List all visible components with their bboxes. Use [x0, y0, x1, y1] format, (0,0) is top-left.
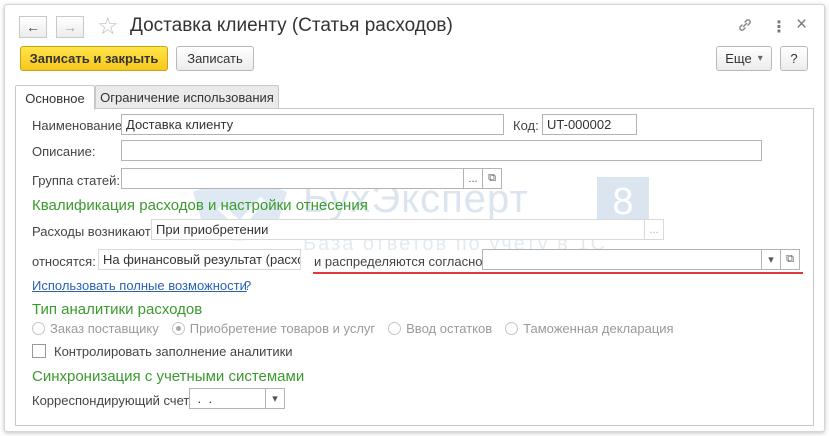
radio-label: Ввод остатков [406, 320, 493, 336]
chevron-down-icon: ▾ [272, 393, 278, 405]
distributed-dropdown-button[interactable]: ▾ [761, 249, 781, 270]
control-analytics-label: Контролировать заполнение аналитики [54, 344, 293, 359]
more-actions-icon[interactable]: ⋮ [771, 17, 787, 37]
group-label: Группа статей: [32, 173, 120, 188]
radio-supplier-order[interactable]: Заказ поставщику [32, 321, 159, 336]
analytics-radio-group: Заказ поставщику Приобретение товаров и … [32, 320, 687, 336]
more-button[interactable]: Еще ▾ [716, 46, 772, 71]
highlight-underline [313, 272, 803, 274]
page-title: Доставка клиенту (Статья расходов) [130, 15, 453, 36]
costs-arise-select-button[interactable]: ... [644, 219, 664, 240]
radio-label: Заказ поставщику [50, 320, 159, 336]
radio-button-selected-icon [171, 321, 185, 335]
distributed-input[interactable] [482, 249, 762, 270]
radio-button-icon [388, 321, 402, 335]
tab-main[interactable]: Основное [15, 85, 95, 110]
full-features-link[interactable]: Использовать полные возможности [32, 278, 247, 293]
radio-button-icon [505, 321, 519, 335]
section-analytics-title: Тип аналитики расходов [32, 301, 203, 318]
group-input[interactable] [121, 168, 464, 189]
form-window: ← → ☆ Доставка клиенту (Статья расходов)… [4, 4, 825, 432]
favorite-star-icon[interactable]: ☆ [97, 12, 119, 41]
radio-opening-balances[interactable]: Ввод остатков [388, 321, 492, 336]
full-features-help-icon[interactable]: ? [244, 278, 251, 293]
corr-account-label: Корреспондирующий счет: [32, 393, 193, 408]
save-button[interactable]: Записать [176, 46, 254, 71]
control-analytics-checkbox[interactable] [32, 344, 46, 358]
relate-input[interactable]: На финансовый результат (расход [98, 249, 301, 270]
chain-link-icon [739, 19, 751, 31]
arrow-left-icon: ← [26, 19, 40, 35]
radio-label: Приобретение товаров и услуг [189, 320, 376, 336]
distributed-label: и распределяются согласно: [314, 254, 487, 269]
corr-account-dropdown-button[interactable]: ▾ [265, 388, 285, 409]
arrow-right-icon: → [63, 19, 77, 35]
chevron-down-icon: ▾ [757, 53, 763, 64]
code-input[interactable]: UT-000002 [542, 114, 637, 135]
back-button[interactable]: ← [19, 16, 47, 38]
distributed-open-button[interactable]: ⧉ [780, 249, 800, 270]
radio-button-icon [32, 321, 45, 335]
description-input[interactable] [121, 140, 762, 161]
open-form-icon: ⧉ [786, 253, 794, 265]
more-button-label: Еще [725, 51, 752, 66]
costs-arise-label: Расходы возникают: [32, 224, 155, 239]
corr-account-input[interactable]: . . [189, 388, 266, 409]
open-form-icon: ⧉ [488, 172, 496, 184]
chevron-down-icon: ▾ [768, 254, 774, 266]
code-label: Код: [513, 118, 539, 133]
name-label: Наименование: [32, 118, 126, 133]
close-icon[interactable]: × [796, 14, 807, 36]
section-qualification-title: Квалификация расходов и настройки отнесе… [32, 197, 368, 214]
radio-label: Таможенная декларация [523, 320, 674, 336]
radio-goods-purchase[interactable]: Приобретение товаров и услуг [171, 320, 376, 336]
link-icon[interactable] [737, 17, 753, 37]
forward-button[interactable]: → [56, 16, 84, 38]
relate-label: относятся: [32, 254, 96, 269]
section-sync-title: Синхронизация с учетными системами [32, 368, 305, 385]
description-label: Описание: [32, 144, 96, 159]
group-open-button[interactable]: ⧉ [482, 168, 502, 189]
name-input[interactable]: Доставка клиенту [121, 114, 504, 135]
group-select-button[interactable]: ... [463, 168, 483, 189]
tab-usage-restriction[interactable]: Ограничение использования [95, 85, 279, 109]
save-and-close-button[interactable]: Записать и закрыть [20, 46, 168, 71]
radio-customs-declaration[interactable]: Таможенная декларация [505, 320, 674, 336]
costs-arise-input[interactable]: При приобретении [151, 219, 645, 240]
help-button[interactable]: ? [780, 46, 808, 71]
